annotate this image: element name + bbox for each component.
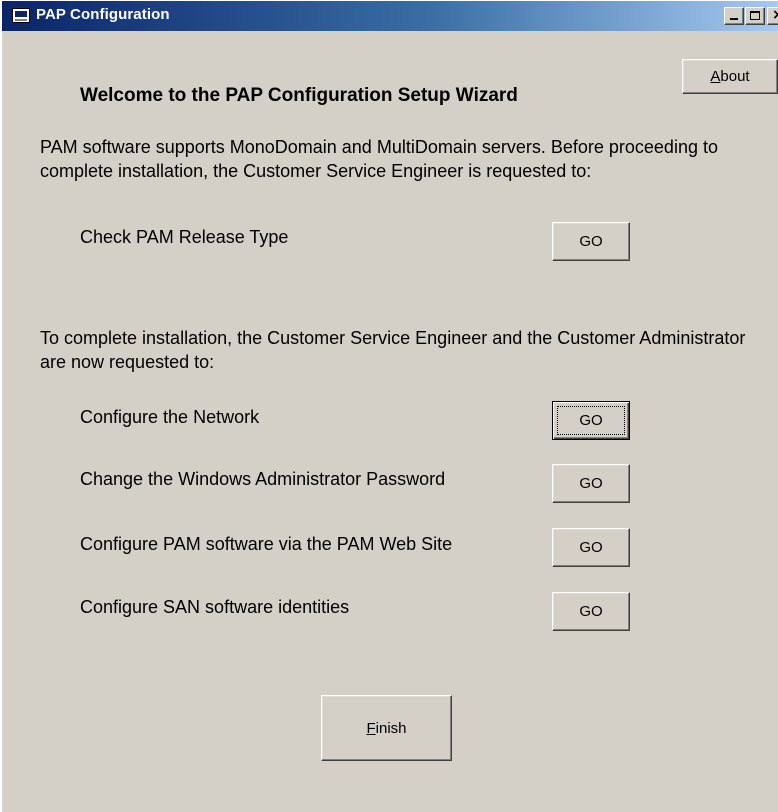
finish-label: inish (375, 719, 407, 737)
finish-mnemonic: F (366, 719, 376, 737)
pap-configuration-window: PAP Configuration × About Welcome to the… (0, 0, 778, 812)
close-icon: × (772, 8, 778, 23)
about-label: bout (720, 68, 750, 85)
pam-web-site-go-button[interactable]: GO (552, 528, 630, 567)
check-release-go-button[interactable]: GO (552, 222, 630, 261)
san-identities-go-button[interactable]: GO (552, 592, 630, 631)
maximize-button[interactable] (745, 7, 765, 25)
admin-password-label: Change the Windows Administrator Passwor… (80, 469, 446, 489)
title-bar[interactable]: PAP Configuration × (2, 1, 778, 31)
wizard-heading: Welcome to the PAP Configuration Setup W… (80, 85, 518, 106)
go-label: GO (579, 233, 603, 250)
finish-button[interactable]: Finish (321, 695, 452, 761)
maximize-icon (750, 11, 760, 20)
about-button[interactable]: About (682, 59, 778, 94)
minimize-button[interactable] (724, 7, 744, 25)
configure-network-label: Configure the Network (80, 407, 260, 427)
go-label: GO (579, 603, 603, 620)
release-type-label: Check PAM Release Type (80, 227, 289, 247)
admin-password-go-button[interactable]: GO (552, 464, 630, 503)
app-icon[interactable] (12, 8, 30, 23)
window-title: PAP Configuration (36, 6, 170, 23)
san-identities-label: Configure SAN software identities (80, 597, 350, 617)
about-mnemonic: A (710, 68, 721, 85)
configure-network-go-button[interactable]: GO (552, 401, 630, 440)
pam-web-site-label: Configure PAM software via the PAM Web S… (80, 534, 453, 554)
close-button[interactable]: × (767, 7, 778, 25)
go-label: GO (579, 539, 603, 556)
intro-text: PAM software supports MonoDomain and Mul… (40, 137, 718, 181)
minimize-icon (730, 18, 738, 20)
completion-text: To complete installation, the Customer S… (40, 328, 746, 372)
go-label: GO (579, 475, 603, 492)
